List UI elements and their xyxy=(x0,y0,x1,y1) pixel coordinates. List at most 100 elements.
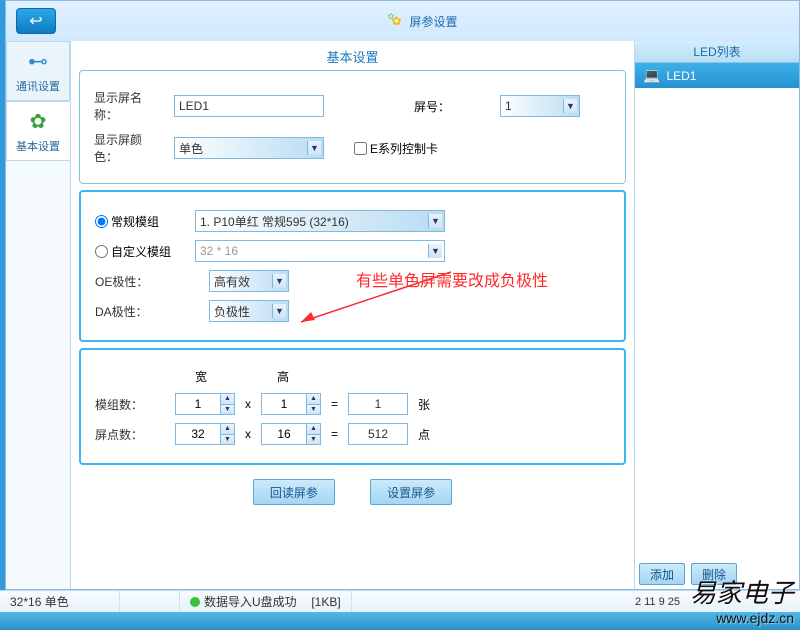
window-title-text: 屏参设置 xyxy=(409,13,457,30)
label-da-polarity: DA极性： xyxy=(95,303,165,320)
e-series-label: E系列控制卡 xyxy=(370,140,438,157)
add-button[interactable]: 添加 xyxy=(639,563,685,585)
normal-module-radio[interactable] xyxy=(95,215,108,228)
back-arrow-icon: ↩ xyxy=(29,11,42,31)
spin-down-icon[interactable]: ▼ xyxy=(306,435,320,445)
delete-button[interactable]: 删除 xyxy=(691,563,737,585)
status-resolution: 32*16 单色 xyxy=(0,591,120,612)
status-message-seg: 数据导入U盘成功 [1KB] xyxy=(180,591,352,612)
da-polarity-select[interactable]: 负极性 ▼ xyxy=(209,300,289,322)
led-list-header: LED列表 xyxy=(635,41,799,63)
label-screen-color: 显示屏颜色： xyxy=(94,131,164,165)
label-pixel-count: 屏点数： xyxy=(95,426,165,443)
oe-polarity-select[interactable]: 高有效 ▼ xyxy=(209,270,289,292)
sidebar: ⊷ 通讯设置 ✿ 基本设置 xyxy=(6,41,71,589)
clock-text: 2 11 9 25 xyxy=(635,596,680,608)
sidebar-comm-label: 通讯设置 xyxy=(16,78,60,94)
panel-module: 常规模组 1. P10单红 常规595 (32*16) ▼ 自定义模组 32 *… xyxy=(79,190,626,342)
custom-module-radio-row[interactable]: 自定义模组 xyxy=(95,243,185,260)
basic-panel-title: 基本设置 xyxy=(79,47,626,66)
module-height-spinner[interactable]: ▲▼ xyxy=(261,393,321,415)
sidebar-item-comm[interactable]: ⊷ 通讯设置 xyxy=(6,41,70,101)
screen-no-value: 1 xyxy=(505,99,512,113)
action-buttons: 回读屏参 设置屏参 xyxy=(79,471,626,509)
led-list-panel: LED列表 💻 LED1 添加 删除 xyxy=(634,41,799,589)
width-header: 宽 xyxy=(195,368,207,385)
equals-symbol: = xyxy=(331,397,338,411)
e-series-checkbox-row[interactable]: E系列控制卡 xyxy=(354,140,438,157)
label-oe-polarity: OE极性： xyxy=(95,273,165,290)
spin-down-icon[interactable]: ▼ xyxy=(220,405,234,415)
chevron-down-icon: ▼ xyxy=(272,274,286,288)
chevron-down-icon: ▼ xyxy=(428,214,442,228)
led-list-item[interactable]: 💻 LED1 xyxy=(635,63,799,88)
times-symbol: x xyxy=(245,427,251,441)
oe-polarity-value: 高有效 xyxy=(214,273,250,290)
module-width-input[interactable] xyxy=(176,394,220,414)
e-series-checkbox[interactable] xyxy=(354,142,367,155)
module-total: 1 xyxy=(348,393,408,415)
led-list-items: 💻 LED1 xyxy=(635,63,799,559)
normal-module-radio-row[interactable]: 常规模组 xyxy=(95,213,185,230)
spin-up-icon[interactable]: ▲ xyxy=(306,394,320,405)
normal-module-label: 常规模组 xyxy=(111,213,159,230)
title-bar: ↩ 屏参设置 xyxy=(6,1,799,41)
screen-color-value: 单色 xyxy=(179,140,203,157)
main-panel: 基本设置 显示屏名称： 屏号： 1 ▼ 显示屏颜色： xyxy=(71,41,634,589)
custom-module-label: 自定义模组 xyxy=(111,243,171,260)
pixel-height-spinner[interactable]: ▲▼ xyxy=(261,423,321,445)
window-title: 屏参设置 xyxy=(56,12,789,30)
gear-green-icon: ✿ xyxy=(30,109,47,134)
gear-icon xyxy=(387,12,405,30)
label-screen-no: 屏号： xyxy=(414,98,450,115)
chevron-down-icon: ▼ xyxy=(563,99,577,113)
sidebar-item-basic[interactable]: ✿ 基本设置 xyxy=(6,101,70,161)
panel-dimensions: 宽 高 模组数： ▲▼ x ▲▼ = 1 张 屏点数 xyxy=(79,348,626,465)
normal-module-value: 1. P10单红 常规595 (32*16) xyxy=(200,213,349,230)
da-polarity-value: 负极性 xyxy=(214,303,250,320)
settings-window: ↩ 屏参设置 ⊷ 通讯设置 ✿ 基本设置 基本设置 显示屏名称： xyxy=(5,0,800,590)
status-size: [1KB] xyxy=(311,595,340,609)
custom-module-select[interactable]: 32 * 16 ▼ xyxy=(195,240,445,262)
status-bar: 32*16 单色 数据导入U盘成功 [1KB] xyxy=(0,590,800,612)
led-list-buttons: 添加 删除 xyxy=(635,559,799,589)
module-height-input[interactable] xyxy=(262,394,306,414)
led-item-label: LED1 xyxy=(666,69,696,83)
usb-icon: ⊷ xyxy=(28,49,48,74)
status-message: 数据导入U盘成功 xyxy=(204,593,297,610)
chevron-down-icon: ▼ xyxy=(428,244,442,258)
screen-name-input[interactable] xyxy=(174,95,324,117)
laptop-icon: 💻 xyxy=(643,67,660,84)
screen-no-select[interactable]: 1 ▼ xyxy=(500,95,580,117)
sidebar-basic-label: 基本设置 xyxy=(16,138,60,154)
spin-down-icon[interactable]: ▼ xyxy=(220,435,234,445)
height-header: 高 xyxy=(277,368,289,385)
back-button[interactable]: ↩ xyxy=(16,8,56,34)
panel-basic: 显示屏名称： 屏号： 1 ▼ 显示屏颜色： 单色 ▼ xyxy=(79,70,626,184)
set-params-button[interactable]: 设置屏参 xyxy=(370,479,452,505)
status-ok-icon xyxy=(190,597,200,607)
chevron-down-icon: ▼ xyxy=(307,141,321,155)
spin-up-icon[interactable]: ▲ xyxy=(220,424,234,435)
pixel-width-spinner[interactable]: ▲▼ xyxy=(175,423,235,445)
spin-up-icon[interactable]: ▲ xyxy=(220,394,234,405)
custom-module-value: 32 * 16 xyxy=(200,244,238,258)
pixel-total: 512 xyxy=(348,423,408,445)
normal-module-select[interactable]: 1. P10单红 常规595 (32*16) ▼ xyxy=(195,210,445,232)
screen-color-select[interactable]: 单色 ▼ xyxy=(174,137,324,159)
chevron-down-icon: ▼ xyxy=(272,304,286,318)
equals-symbol: = xyxy=(331,427,338,441)
label-module-count: 模组数： xyxy=(95,396,165,413)
times-symbol: x xyxy=(245,397,251,411)
pixel-height-input[interactable] xyxy=(262,424,306,444)
os-taskbar xyxy=(0,612,800,630)
spin-up-icon[interactable]: ▲ xyxy=(306,424,320,435)
annotation-text: 有些单色屏需要改成负极性 xyxy=(356,267,548,291)
spin-down-icon[interactable]: ▼ xyxy=(306,405,320,415)
custom-module-radio[interactable] xyxy=(95,245,108,258)
module-width-spinner[interactable]: ▲▼ xyxy=(175,393,235,415)
label-screen-name: 显示屏名称： xyxy=(94,89,164,123)
unit-point: 点 xyxy=(418,426,430,443)
pixel-width-input[interactable] xyxy=(176,424,220,444)
read-params-button[interactable]: 回读屏参 xyxy=(253,479,335,505)
